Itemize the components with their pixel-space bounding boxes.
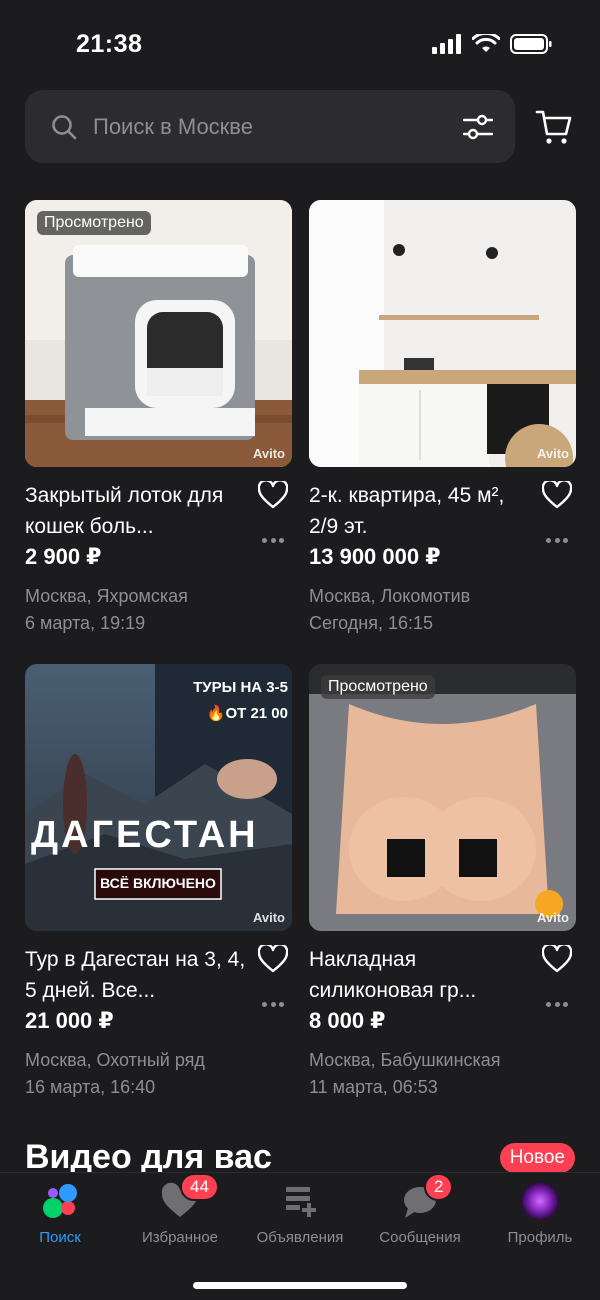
- avito-logo-icon: [40, 1181, 80, 1221]
- search-row: Поиск в Москве: [25, 90, 575, 163]
- status-bar: 21:38: [0, 0, 600, 90]
- tour-banner-top: ТУРЫ НА 3-5: [193, 679, 288, 696]
- search-input[interactable]: Поиск в Москве: [25, 90, 515, 163]
- avito-watermark: Avito: [536, 910, 569, 925]
- favorites-count-badge: 44: [180, 1173, 219, 1201]
- add-listing-icon: [280, 1181, 320, 1221]
- favorite-heart-icon[interactable]: [258, 481, 288, 509]
- listing-grid: Просмотрено Avito Закрытый лоток для кош…: [25, 200, 576, 1128]
- wifi-icon: [472, 34, 500, 52]
- listing-card[interactable]: Просмотрено Avito Закрытый лоток для кош…: [25, 200, 292, 664]
- listing-card[interactable]: ТУРЫ НА 3-5 🔥ОТ 21 00 ДАГЕСТАН ВСЁ ВКЛЮЧ…: [25, 664, 292, 1128]
- status-icons: [432, 34, 552, 54]
- listing-photo[interactable]: Просмотрено Avito: [25, 200, 292, 467]
- cellular-signal-icon: [432, 34, 461, 54]
- listing-location: Москва, Бабушкинская: [309, 1050, 501, 1070]
- tab-profile[interactable]: Профиль: [480, 1181, 600, 1251]
- tab-label: Избранное: [141, 1229, 219, 1246]
- tab-favorites[interactable]: 44 Избранное: [120, 1173, 240, 1251]
- avito-watermark: Avito: [252, 910, 285, 925]
- listing-date: 16 марта, 16:40: [25, 1077, 156, 1097]
- tab-label: Объявления: [256, 1229, 344, 1246]
- listing-photo[interactable]: Avito: [309, 200, 576, 467]
- bottom-tab-bar: Поиск 44 Избранное Объявления 2 Сообщени…: [0, 1172, 600, 1300]
- favorite-heart-icon[interactable]: [542, 945, 572, 973]
- tab-label: Поиск: [39, 1229, 81, 1246]
- listing-photo[interactable]: Просмотрено Avito: [309, 664, 576, 931]
- more-options-icon[interactable]: [546, 999, 568, 1009]
- more-options-icon[interactable]: [262, 999, 284, 1009]
- listing-location: Москва, Локомотив: [309, 586, 471, 606]
- listing-photo[interactable]: ТУРЫ НА 3-5 🔥ОТ 21 00 ДАГЕСТАН ВСЁ ВКЛЮЧ…: [25, 664, 292, 931]
- battery-icon: [510, 34, 552, 54]
- tour-banner-price: 🔥ОТ 21 00: [206, 705, 288, 722]
- listing-card[interactable]: Просмотрено Avito Накладная силиконовая …: [309, 664, 576, 1128]
- home-indicator[interactable]: [193, 1282, 407, 1289]
- listing-title[interactable]: 2-к. квартира, 45 м², 2/9 эт.: [309, 480, 534, 542]
- listing-card[interactable]: Avito 2-к. квартира, 45 м², 2/9 эт. 13 9…: [309, 200, 576, 664]
- tour-banner-headline: ДАГЕСТАН: [31, 814, 259, 856]
- tab-label: Профиль: [507, 1229, 573, 1246]
- listing-location: Москва, Яхромская: [25, 586, 188, 606]
- cat-litter-box-photo: [25, 200, 292, 467]
- viewed-badge: Просмотрено: [321, 675, 435, 699]
- listing-title[interactable]: Тур в Дагестан на 3, 4, 5 дней. Все...: [25, 944, 250, 1006]
- listing-price: 21 000 ₽: [25, 1008, 114, 1033]
- filter-sliders-icon[interactable]: [463, 114, 493, 140]
- tab-label: Сообщения: [379, 1229, 461, 1246]
- listing-date: 6 марта, 19:19: [25, 613, 146, 633]
- kitchen-photo: [309, 200, 576, 467]
- tour-banner-cta: ВСЁ ВКЛЮЧЕНО: [100, 875, 216, 891]
- listing-title[interactable]: Накладная силиконовая гр...: [309, 944, 534, 1006]
- viewed-badge: Просмотрено: [37, 211, 151, 235]
- favorite-heart-icon[interactable]: [542, 481, 572, 509]
- listing-price: 2 900 ₽: [25, 544, 102, 569]
- search-icon: [52, 114, 77, 139]
- listing-date: 11 марта, 06:53: [309, 1077, 438, 1097]
- tab-messages[interactable]: 2 Сообщения: [360, 1173, 480, 1251]
- listing-price: 8 000 ₽: [309, 1008, 386, 1033]
- favorite-heart-icon[interactable]: [258, 945, 288, 973]
- heart-icon: 44: [160, 1173, 219, 1221]
- status-time: 21:38: [76, 30, 143, 58]
- chat-bubble-icon: 2: [400, 1173, 454, 1221]
- tab-listings[interactable]: Объявления: [240, 1181, 360, 1251]
- more-options-icon[interactable]: [262, 535, 284, 545]
- messages-count-badge: 2: [424, 1173, 454, 1201]
- more-options-icon[interactable]: [546, 535, 568, 545]
- listing-date: Сегодня, 16:15: [309, 613, 434, 633]
- avatar: [520, 1181, 560, 1221]
- search-placeholder: Поиск в Москве: [93, 113, 253, 139]
- avito-watermark: Avito: [252, 446, 285, 461]
- tab-search[interactable]: Поиск: [0, 1181, 120, 1251]
- listing-price: 13 900 000 ₽: [309, 544, 441, 569]
- new-badge: Новое: [499, 1143, 575, 1173]
- listing-title[interactable]: Закрытый лоток для кошек боль...: [25, 480, 250, 542]
- cart-icon[interactable]: [535, 108, 573, 146]
- listing-location: Москва, Охотный ряд: [25, 1050, 205, 1070]
- silicone-product-photo: [309, 664, 576, 931]
- avito-watermark: Avito: [536, 446, 569, 461]
